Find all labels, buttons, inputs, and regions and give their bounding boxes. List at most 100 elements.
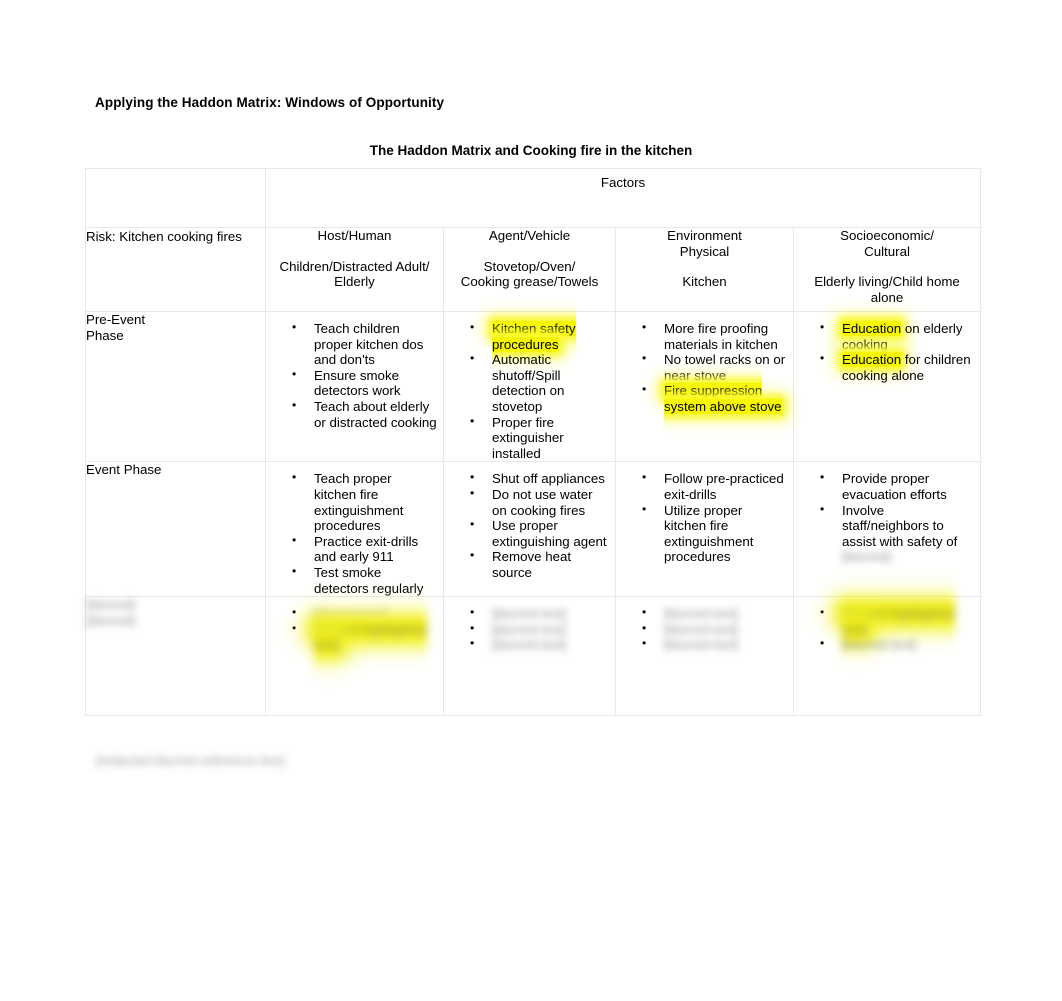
bullet-item: Education on elderly cooking (820, 320, 974, 352)
cell-post-event-socioeconomic: [blurred highlighted text][blurred text] (792, 596, 982, 717)
bullet-list: [blurred highlighted text][blurred text] (794, 597, 980, 653)
highlighted-text: [blurred highlighted text] (842, 606, 956, 637)
highlighted-text: Fire suppression system above stove (664, 383, 782, 414)
bullet-text: Test smoke detectors regularly (314, 564, 424, 596)
bullet-text: Teach about elderly or distracted cookin… (314, 398, 437, 430)
bullet-text: Follow pre-practiced exit-drills (664, 471, 784, 502)
bullet-text: Utilize proper kitchen fire extinguishme… (664, 502, 754, 565)
bullet-item: Practice exit-drills and early 911 (292, 533, 437, 565)
bullet-list: [blurred text][blurred highlighted text] (266, 597, 443, 653)
bullet-text: No towel racks on or near stove (664, 352, 786, 383)
bullet-item: [blurred text] (642, 636, 787, 653)
cell-pre-event-socioeconomic: Education on elderly cookingEducation fo… (792, 310, 982, 463)
blurred-text: [blurred text] (842, 637, 916, 653)
table-row-factors: Factors (85, 168, 982, 228)
highlighted-text: Kitchen safety procedures (492, 321, 576, 352)
bullet-item: Provide proper evacuation efforts (820, 470, 974, 502)
phase-label-post-event: [blurred] [blurred] (85, 596, 266, 717)
bullet-list: Kitchen safety proceduresAutomatic shuto… (444, 312, 615, 461)
haddon-matrix-table: Factors Risk: Kitchen cooking fires Host… (85, 168, 982, 717)
bullet-item: Teach proper kitchen fire extinguishment… (292, 470, 437, 534)
cell-event-environment: Follow pre-practiced exit-drillsUtilize … (615, 461, 794, 598)
column-header-host: Host/Human Children/Distracted Adult/ El… (265, 227, 444, 312)
bullet-list: Education on elderly cookingEducation fo… (794, 312, 980, 383)
table-row-column-headers: Risk: Kitchen cooking fires Host/Human C… (85, 227, 982, 312)
phase-line: Event Phase (86, 462, 162, 478)
column-header-agent: Agent/Vehicle Stovetop/Oven/ Cooking gre… (443, 227, 616, 312)
bullet-item: [blurred highlighted text] (292, 621, 437, 653)
column-subtitle-line: Kitchen (682, 274, 727, 290)
bullet-item: [blurred text] (292, 605, 437, 622)
cell-post-event-environment: [blurred text][blurred text][blurred tex… (615, 596, 794, 717)
column-subtitle-line: Cooking grease/Towels (460, 274, 599, 290)
blurred-text: [blurred text] (492, 621, 566, 637)
bullet-item: [blurred text] (470, 621, 609, 638)
bullet-text: Practice exit-drills and early 911 (314, 533, 419, 565)
bullet-item: [blurred text] (642, 621, 787, 638)
bullet-item: Remove heat source (470, 548, 609, 580)
cell-event-host: Teach proper kitchen fire extinguishment… (265, 461, 444, 598)
bullet-text: Involve staff/neighbors to assist with s… (842, 502, 958, 549)
risk-label: Risk: Kitchen cooking fires (86, 229, 242, 244)
blurred-text: [blurred] (842, 549, 891, 565)
column-header-socioeconomic: Socioeconomic/ Cultural Elderly living/C… (792, 227, 982, 312)
column-title-line: Environment (667, 228, 742, 243)
column-subtitle-line: Elderly (334, 274, 375, 290)
bullet-item: Ensure smoke detectors work (292, 367, 437, 399)
column-subtitle-line: Children/Distracted Adult/ (279, 258, 430, 274)
blurred-text: [blurred text] (492, 606, 566, 622)
bullet-text: Provide proper evacuation efforts (842, 471, 947, 502)
bullet-item: No towel racks on or near stove (642, 351, 787, 383)
column-subtitle-line: Elderly living/Child home (814, 274, 960, 290)
bullet-item: Education for children cooking alone (820, 351, 974, 383)
bullet-item: [blurred highlighted text] (820, 605, 974, 637)
document-page: Applying the Haddon Matrix: Windows of O… (0, 0, 1062, 1001)
cell-post-event-agent: [blurred text][blurred text][blurred tex… (443, 596, 616, 717)
highlighted-text: Education (842, 352, 902, 368)
bullet-item: Use proper extinguishing agent (470, 517, 609, 549)
phase-label-event: Event Phase (85, 461, 266, 598)
bullet-text: Automatic shutoff/Spill detection on sto… (492, 352, 565, 414)
bullet-text: Teach proper kitchen fire extinguishment… (314, 471, 404, 534)
column-title-line: Cultural (864, 243, 910, 259)
cell-event-agent: Shut off appliancesDo not use water on c… (443, 461, 616, 598)
table-row-event-phase: Event Phase Teach proper kitchen fire ex… (85, 461, 982, 598)
bullet-list: [blurred text][blurred text][blurred tex… (616, 597, 793, 653)
bullet-list: Teach children proper kitchen dos and do… (266, 312, 443, 430)
bullet-text: Proper fire extinguisher installed (492, 414, 564, 461)
bullet-item: Kitchen safety procedures (470, 320, 609, 352)
footer-reference-note: [redacted blurred reference line] (96, 753, 285, 768)
corner-cell (85, 168, 266, 228)
factors-header-cell: Factors (264, 168, 982, 228)
bullet-list: Follow pre-practiced exit-drillsUtilize … (616, 462, 793, 565)
cell-post-event-host: [blurred text][blurred highlighted text] (265, 596, 444, 717)
cell-pre-event-agent: Kitchen safety proceduresAutomatic shuto… (443, 310, 616, 463)
bullet-item: [blurred text] (470, 636, 609, 653)
bullet-item: Follow pre-practiced exit-drills (642, 470, 787, 502)
bullet-text: More fire proofing materials in kitchen (664, 321, 778, 352)
bullet-item: Utilize proper kitchen fire extinguishme… (642, 502, 787, 565)
bullet-item: [blurred text] (820, 636, 974, 653)
table-row-pre-event-phase: Pre-Event Phase Teach children proper ki… (85, 310, 982, 463)
blurred-text: [blurred text] (664, 621, 738, 637)
column-subtitle-line: Stovetop/Oven/ (483, 258, 576, 274)
column-subtitle-line: alone (870, 289, 904, 305)
bullet-item: Fire suppression system above stove (642, 382, 787, 414)
bullet-list: [blurred text][blurred text][blurred tex… (444, 597, 615, 653)
bullet-item: [blurred text] (642, 605, 787, 622)
bullet-item: Proper fire extinguisher installed (470, 414, 609, 462)
blurred-text: [blurred text] (664, 606, 738, 622)
column-title-line: Host/Human (317, 228, 392, 243)
bullet-item: Automatic shutoff/Spill detection on sto… (470, 351, 609, 414)
phase-line: Pre-Event (86, 312, 146, 327)
bullet-item: Teach children proper kitchen dos and do… (292, 320, 437, 368)
bullet-text: Use proper extinguishing agent (492, 518, 607, 549)
factors-label: Factors (600, 175, 646, 190)
cell-pre-event-host: Teach children proper kitchen dos and do… (265, 310, 444, 463)
blurred-text: [blurred text] (314, 606, 388, 622)
cell-pre-event-environment: More fire proofing materials in kitchenN… (615, 310, 794, 463)
blurred-text: [blurred text] (664, 637, 738, 653)
bullet-text: Teach children proper kitchen dos and do… (314, 321, 424, 368)
